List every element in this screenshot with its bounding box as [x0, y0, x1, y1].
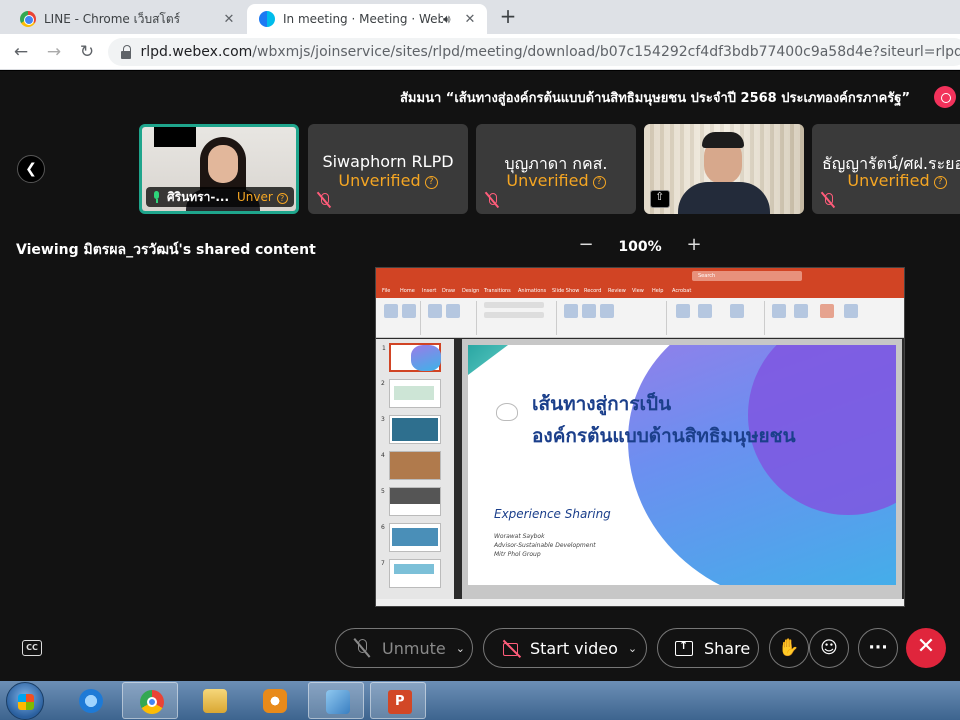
- participant-tile-presenter[interactable]: [644, 124, 804, 214]
- slide-thumbnail[interactable]: 5: [381, 487, 441, 516]
- webex-icon: [259, 11, 275, 27]
- tab-webex-meeting[interactable]: In meeting · Meeting · Webex 🔊︎ ✕: [247, 4, 487, 34]
- start-video-label: Start video: [530, 638, 618, 658]
- address-bar[interactable]: rlpd.webex.com/wbxmjs/joinservice/sites/…: [108, 38, 960, 66]
- sharing-icon: [650, 190, 670, 208]
- slide-thumbnail[interactable]: 4: [381, 451, 441, 480]
- leave-meeting-button[interactable]: ✕: [906, 628, 946, 668]
- participant-status: Unverified?: [476, 171, 636, 190]
- tab-title: In meeting · Meeting · Webex: [283, 12, 443, 26]
- chrome-icon: [20, 11, 36, 27]
- slide-thumbnail[interactable]: 3: [381, 415, 441, 444]
- chrome-taskbar-icon[interactable]: [122, 682, 178, 719]
- mic-off-icon: [352, 638, 372, 658]
- slide-thumbnail[interactable]: 1: [382, 343, 441, 372]
- participant-status: Unverified?: [812, 171, 960, 190]
- viewing-shared-content-label: Viewing มิตรผล_วรวัฒน์'s shared content: [16, 242, 316, 258]
- reactions-button[interactable]: ☺: [809, 628, 849, 668]
- search-box: Search: [692, 271, 802, 281]
- forward-arrow-icon[interactable]: →: [42, 40, 66, 64]
- url-text: rlpd.webex.com/wbxmjs/joinservice/sites/…: [140, 44, 960, 60]
- start-video-button[interactable]: Start video ⌄: [483, 628, 647, 668]
- slide-canvas: เส้นทางสู่การเป็น องค์กรต้นแบบด้านสิทธิม…: [462, 339, 902, 599]
- unmute-label: Unmute: [382, 638, 446, 658]
- powerpoint-statusbar: [376, 599, 904, 606]
- file-explorer-icon[interactable]: [186, 682, 242, 719]
- speaker-icon[interactable]: 🔊︎: [443, 12, 459, 27]
- zoom-level: 100%: [618, 239, 662, 255]
- meeting-window: สัมมนา “เส้นทางสู่องค์กรต้นแบบด้านสิทธิม…: [0, 71, 960, 681]
- lock-icon[interactable]: [120, 45, 132, 59]
- slide-subtitle: Experience Sharing: [494, 507, 611, 521]
- mic-muted-icon: [316, 192, 332, 208]
- slide-thumbnail[interactable]: 7: [381, 559, 441, 588]
- start-menu-button[interactable]: [6, 682, 44, 720]
- mic-on-icon: [152, 191, 162, 203]
- back-arrow-icon[interactable]: ←: [9, 40, 33, 64]
- video-overlay-block: [154, 127, 196, 147]
- camera-off-icon: [502, 638, 522, 658]
- participant-tile[interactable]: ธัญญารัตน์/ศฝ.ระยอง Unverified?: [812, 124, 960, 214]
- slide-thumbnails: 1 2 3 4 5 6 7: [376, 339, 454, 599]
- shared-content-view[interactable]: Search File Home Insert Draw Design Tran…: [375, 267, 905, 607]
- participant-tile[interactable]: ศิรินทรา-... Unver ?: [139, 124, 299, 214]
- browser-tab-bar: LINE - Chrome เว็บสโตร์ ✕ In meeting · M…: [0, 0, 960, 34]
- participant-tile[interactable]: Siwaphorn RLPD Unverified?: [308, 124, 468, 214]
- mic-muted-icon: [820, 192, 836, 208]
- presenter-role: Advisor-Sustainable Development: [494, 542, 596, 549]
- slide-title-line2: องค์กรต้นแบบด้านสิทธิมนุษยชน: [532, 425, 796, 447]
- share-button[interactable]: Share: [657, 628, 759, 668]
- closed-captions-button[interactable]: CC: [22, 640, 42, 656]
- slide-title-line1: เส้นทางสู่การเป็น: [532, 393, 672, 415]
- windows-taskbar: P: [0, 681, 960, 720]
- participant-name: ศิรินทรา-...: [167, 189, 230, 204]
- share-label: Share: [704, 638, 751, 658]
- meeting-title: สัมมนา “เส้นทางสู่องค์กรต้นแบบด้านสิทธิม…: [400, 91, 910, 106]
- reload-icon[interactable]: ↻: [75, 40, 99, 64]
- zoom-out-button[interactable]: −: [576, 235, 596, 255]
- share-screen-icon: [674, 638, 694, 658]
- slide-thumbnail[interactable]: 6: [381, 523, 441, 552]
- zoom-in-button[interactable]: +: [684, 235, 704, 255]
- participant-status: Unverified?: [308, 171, 468, 190]
- mic-muted-icon: [484, 192, 500, 208]
- raise-hand-button[interactable]: ✋: [769, 628, 809, 668]
- browser-toolbar: ← → ↻ rlpd.webex.com/wbxmjs/joinservice/…: [0, 34, 960, 70]
- media-player-icon[interactable]: [246, 682, 302, 719]
- tab-title: LINE - Chrome เว็บสโตร์: [44, 11, 181, 26]
- presenter-name: Worawat Saybok: [494, 533, 545, 540]
- current-slide: เส้นทางสู่การเป็น องค์กรต้นแบบด้านสิทธิม…: [468, 345, 896, 585]
- question-icon: ?: [933, 176, 947, 189]
- internet-explorer-icon[interactable]: [62, 682, 118, 719]
- powerpoint-titlebar: Search: [376, 268, 904, 284]
- presenter-org: Mitr Phol Group: [494, 551, 541, 558]
- control-panel-icon[interactable]: [308, 682, 364, 719]
- slide-thumbnail[interactable]: 2: [381, 379, 441, 408]
- chevron-down-icon[interactable]: ⌄: [628, 642, 637, 655]
- powerpoint-icon[interactable]: P: [370, 682, 426, 719]
- company-logo-icon: [496, 403, 518, 421]
- participant-name-chip: ศิรินทรา-... Unver ?: [146, 187, 294, 207]
- participant-tile[interactable]: บุญภาดา กคส. Unverified?: [476, 124, 636, 214]
- recording-icon[interactable]: [934, 86, 956, 108]
- powerpoint-ribbon-tabs: File Home Insert Draw Design Transitions…: [376, 284, 904, 298]
- powerpoint-ribbon: [376, 298, 904, 338]
- chevron-down-icon[interactable]: ⌄: [456, 642, 465, 655]
- close-tab-icon[interactable]: ✕: [459, 12, 481, 27]
- new-tab-button[interactable]: +: [494, 5, 522, 29]
- close-tab-icon[interactable]: ✕: [218, 12, 240, 27]
- more-options-button[interactable]: ···: [858, 628, 898, 668]
- participant-name: Siwaphorn RLPD: [322, 152, 454, 171]
- previous-participants-button[interactable]: ❮: [17, 155, 45, 183]
- question-icon: ?: [592, 176, 606, 189]
- tab-line-chrome-store[interactable]: LINE - Chrome เว็บสโตร์ ✕: [8, 4, 246, 34]
- question-icon: ?: [424, 176, 438, 189]
- participant-status: Unver ?: [237, 190, 288, 204]
- question-icon: ?: [276, 193, 288, 204]
- unmute-button[interactable]: Unmute ⌄: [335, 628, 473, 668]
